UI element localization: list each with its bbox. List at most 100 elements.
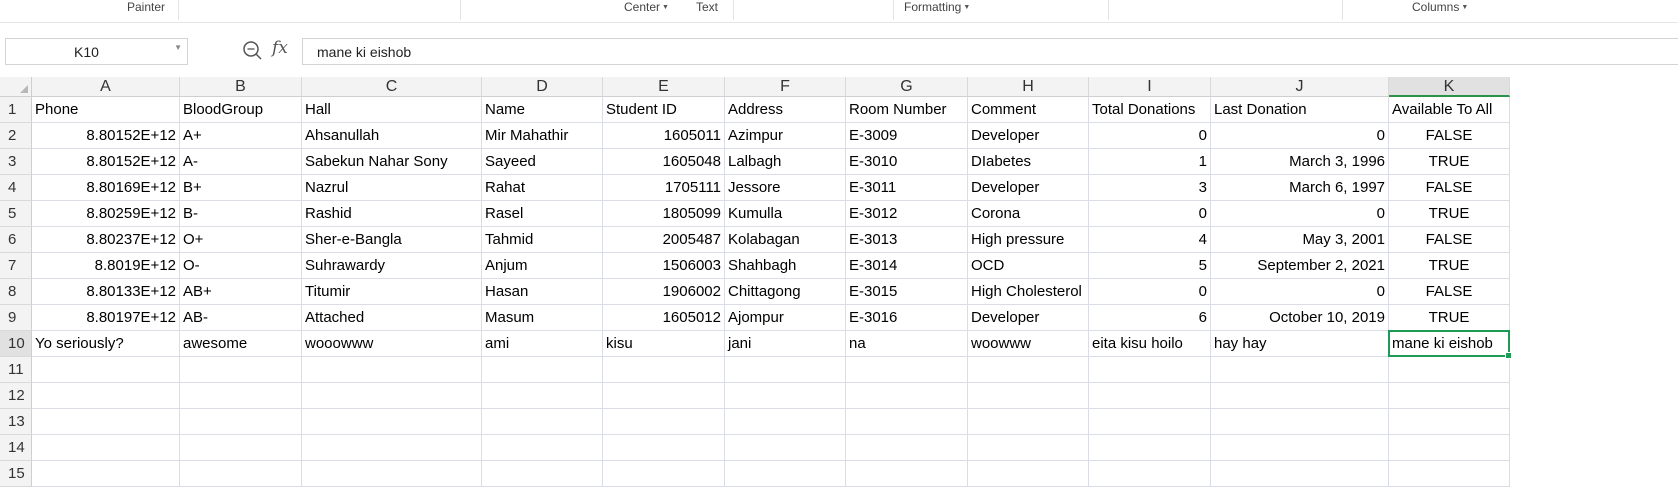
cell-e13[interactable]: [603, 409, 725, 435]
cell-c5[interactable]: Rashid: [302, 201, 482, 227]
cell-a7[interactable]: 8.8019E+12: [32, 253, 180, 279]
cell-i2[interactable]: 0: [1089, 123, 1211, 149]
name-box[interactable]: K10 ▼: [5, 38, 188, 65]
cell-g15[interactable]: [846, 461, 968, 487]
cell-i10[interactable]: eita kisu hoilo: [1089, 331, 1211, 357]
chevron-down-icon[interactable]: ▼: [174, 43, 182, 52]
wrap-text-button[interactable]: Text: [696, 0, 718, 14]
cell-h4[interactable]: Developer: [968, 175, 1089, 201]
row-header-2[interactable]: 2: [0, 123, 32, 149]
cell-d4[interactable]: Rahat: [482, 175, 603, 201]
cell-f3[interactable]: Lalbagh: [725, 149, 846, 175]
column-header-h[interactable]: H: [968, 77, 1089, 97]
column-header-b[interactable]: B: [180, 77, 302, 97]
cell-d15[interactable]: [482, 461, 603, 487]
cell-f10[interactable]: jani: [725, 331, 846, 357]
cell-k8[interactable]: FALSE: [1389, 279, 1510, 305]
cell-h6[interactable]: High pressure: [968, 227, 1089, 253]
cell-c10[interactable]: wooowww: [302, 331, 482, 357]
cell-g1[interactable]: Room Number: [846, 97, 968, 123]
row-header-1[interactable]: 1: [0, 97, 32, 123]
cell-b12[interactable]: [180, 383, 302, 409]
cell-c11[interactable]: [302, 357, 482, 383]
row-header-9[interactable]: 9: [0, 305, 32, 331]
cell-f5[interactable]: Kumulla: [725, 201, 846, 227]
cell-c7[interactable]: Suhrawardy: [302, 253, 482, 279]
column-header-g[interactable]: G: [846, 77, 968, 97]
cell-h8[interactable]: High Cholesterol: [968, 279, 1089, 305]
cell-a6[interactable]: 8.80237E+12: [32, 227, 180, 253]
cell-j2[interactable]: 0: [1211, 123, 1389, 149]
cell-h12[interactable]: [968, 383, 1089, 409]
cell-c9[interactable]: Attached: [302, 305, 482, 331]
cell-e5[interactable]: 1805099: [603, 201, 725, 227]
cell-f14[interactable]: [725, 435, 846, 461]
cell-e11[interactable]: [603, 357, 725, 383]
cell-g11[interactable]: [846, 357, 968, 383]
cell-f1[interactable]: Address: [725, 97, 846, 123]
cell-a9[interactable]: 8.80197E+12: [32, 305, 180, 331]
cell-g12[interactable]: [846, 383, 968, 409]
row-header-7[interactable]: 7: [0, 253, 32, 279]
cell-d2[interactable]: Mir Mahathir: [482, 123, 603, 149]
cell-a4[interactable]: 8.80169E+12: [32, 175, 180, 201]
row-header-10[interactable]: 10: [0, 331, 32, 357]
cell-a8[interactable]: 8.80133E+12: [32, 279, 180, 305]
cell-d12[interactable]: [482, 383, 603, 409]
row-header-14[interactable]: 14: [0, 435, 32, 461]
cell-i15[interactable]: [1089, 461, 1211, 487]
cell-k9[interactable]: TRUE: [1389, 305, 1510, 331]
cell-f11[interactable]: [725, 357, 846, 383]
row-header-6[interactable]: 6: [0, 227, 32, 253]
cell-j4[interactable]: March 6, 1997: [1211, 175, 1389, 201]
cell-g5[interactable]: E-3012: [846, 201, 968, 227]
cell-b6[interactable]: O+: [180, 227, 302, 253]
cell-e1[interactable]: Student ID: [603, 97, 725, 123]
cell-b11[interactable]: [180, 357, 302, 383]
cell-a13[interactable]: [32, 409, 180, 435]
cell-b8[interactable]: AB+: [180, 279, 302, 305]
cell-k10[interactable]: mane ki eishob: [1389, 331, 1510, 357]
cell-b13[interactable]: [180, 409, 302, 435]
cell-a1[interactable]: Phone: [32, 97, 180, 123]
cell-h7[interactable]: OCD: [968, 253, 1089, 279]
cell-h3[interactable]: DIabetes: [968, 149, 1089, 175]
cell-g7[interactable]: E-3014: [846, 253, 968, 279]
cell-i11[interactable]: [1089, 357, 1211, 383]
cell-a3[interactable]: 8.80152E+12: [32, 149, 180, 175]
row-header-12[interactable]: 12: [0, 383, 32, 409]
cell-i1[interactable]: Total Donations: [1089, 97, 1211, 123]
cell-j14[interactable]: [1211, 435, 1389, 461]
insert-function-button[interactable]: fx: [272, 38, 288, 58]
cell-d5[interactable]: Rasel: [482, 201, 603, 227]
cell-g8[interactable]: E-3015: [846, 279, 968, 305]
cell-f8[interactable]: Chittagong: [725, 279, 846, 305]
cell-e12[interactable]: [603, 383, 725, 409]
cell-g2[interactable]: E-3009: [846, 123, 968, 149]
cell-d14[interactable]: [482, 435, 603, 461]
cell-a12[interactable]: [32, 383, 180, 409]
cell-d8[interactable]: Hasan: [482, 279, 603, 305]
column-header-d[interactable]: D: [482, 77, 603, 97]
row-header-11[interactable]: 11: [0, 357, 32, 383]
cell-b5[interactable]: B-: [180, 201, 302, 227]
cell-j5[interactable]: 0: [1211, 201, 1389, 227]
row-header-8[interactable]: 8: [0, 279, 32, 305]
column-header-f[interactable]: F: [725, 77, 846, 97]
cell-g10[interactable]: na: [846, 331, 968, 357]
cell-e6[interactable]: 2005487: [603, 227, 725, 253]
cell-e14[interactable]: [603, 435, 725, 461]
cell-i6[interactable]: 4: [1089, 227, 1211, 253]
cell-h1[interactable]: Comment: [968, 97, 1089, 123]
cell-a2[interactable]: 8.80152E+12: [32, 123, 180, 149]
cell-j1[interactable]: Last Donation: [1211, 97, 1389, 123]
cell-j9[interactable]: October 10, 2019: [1211, 305, 1389, 331]
cell-k2[interactable]: FALSE: [1389, 123, 1510, 149]
cell-k15[interactable]: [1389, 461, 1510, 487]
cell-h2[interactable]: Developer: [968, 123, 1089, 149]
cell-c14[interactable]: [302, 435, 482, 461]
cell-k13[interactable]: [1389, 409, 1510, 435]
cell-k11[interactable]: [1389, 357, 1510, 383]
cell-f7[interactable]: Shahbagh: [725, 253, 846, 279]
conditional-formatting-button[interactable]: Formatting ▼: [904, 0, 970, 14]
